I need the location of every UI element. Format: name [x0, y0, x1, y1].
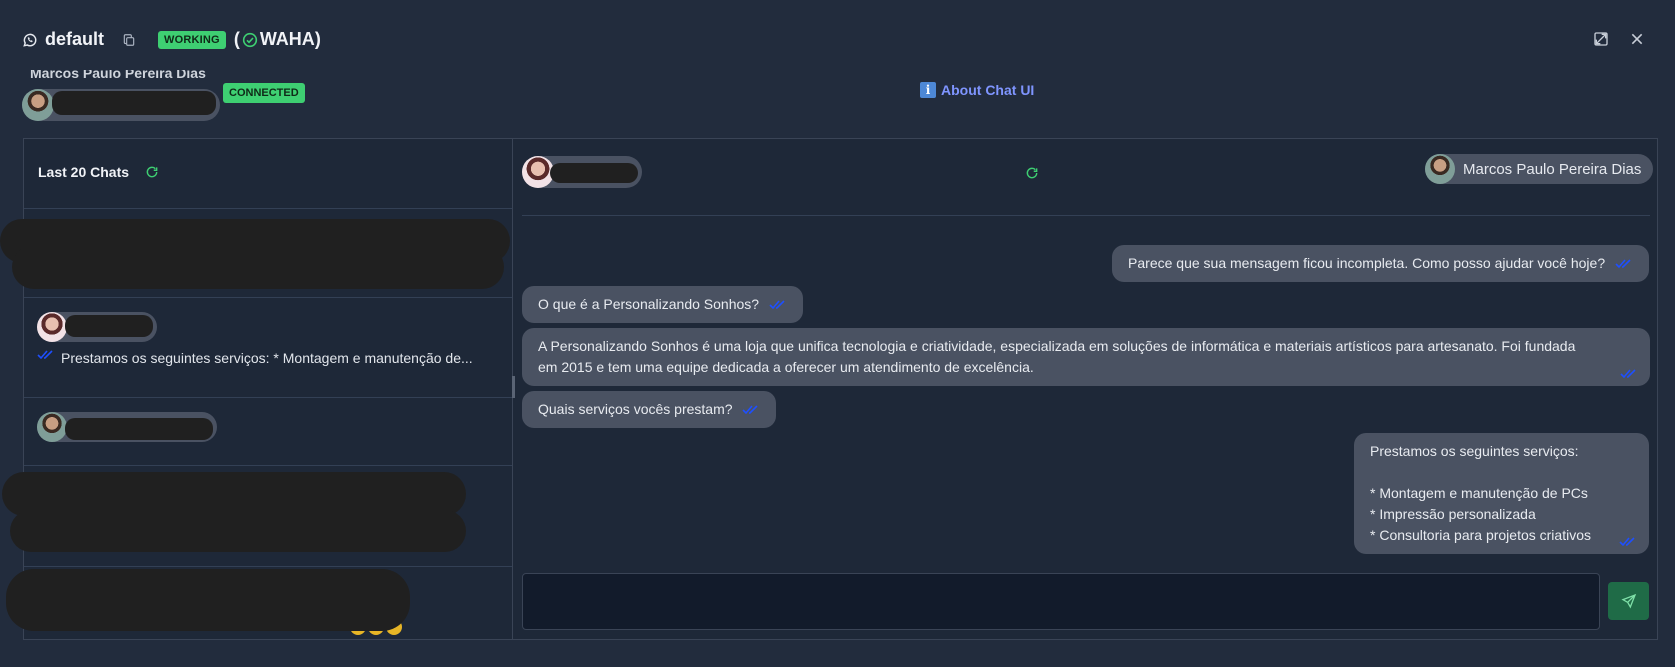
- send-icon: [1620, 593, 1637, 609]
- list-item[interactable]: [0, 466, 512, 566]
- message-line: * Impressão personalizada: [1370, 506, 1536, 522]
- check-circle-icon: [242, 32, 258, 48]
- send-button[interactable]: [1608, 582, 1649, 620]
- divider: [522, 215, 1650, 216]
- message-bubble-incoming: Quais serviços vocês prestam?: [522, 391, 777, 428]
- avatar: [22, 89, 54, 121]
- message-line: [1370, 462, 1633, 483]
- message-input[interactable]: [522, 573, 1600, 630]
- double-check-icon: [1620, 368, 1638, 380]
- contact-chip[interactable]: [522, 156, 642, 188]
- redacted-block: [65, 418, 213, 440]
- expand-icon[interactable]: [1593, 31, 1609, 47]
- resize-handle[interactable]: [512, 376, 515, 398]
- about-chat-ui-link[interactable]: i About Chat UI: [920, 82, 1034, 98]
- title-bar: default WORKING ( WAHA ): [0, 0, 1675, 80]
- status-badge: WORKING: [158, 30, 226, 49]
- chat-preview: Prestamos os seguintes serviços: * Monta…: [61, 350, 473, 366]
- list-item[interactable]: [24, 398, 512, 465]
- message-text: Parece que sua mensagem ficou incompleta…: [1128, 255, 1606, 271]
- double-check-icon: [1615, 258, 1633, 270]
- chat-list-header: Last 20 Chats: [38, 164, 159, 180]
- redacted-block: [52, 91, 216, 115]
- double-check-icon: [1619, 536, 1637, 548]
- redacted-block: [12, 245, 504, 289]
- redacted-block: [550, 163, 638, 183]
- message-bubble-incoming: O que é a Personalizando Sonhos?: [522, 286, 803, 323]
- message-line: Prestamos os seguintes serviços:: [1370, 443, 1579, 459]
- paren-open: (: [233, 29, 240, 49]
- message-line: * Consultoria para projetos criativos: [1370, 527, 1591, 543]
- refresh-icon[interactable]: [1025, 166, 1039, 180]
- redacted-block: [6, 569, 410, 631]
- redacted-block: [65, 315, 153, 337]
- copy-icon[interactable]: [122, 33, 136, 47]
- message-text: A Personalizando Sonhos é uma loja que u…: [538, 338, 1576, 375]
- message-bubble-incoming: A Personalizando Sonhos é uma loja que u…: [522, 328, 1650, 386]
- message-text: O que é a Personalizando Sonhos?: [538, 296, 760, 312]
- double-check-icon: [37, 349, 55, 361]
- list-item[interactable]: [0, 209, 512, 297]
- account-chip: [22, 89, 220, 121]
- connection-badge: CONNECTED: [223, 83, 305, 103]
- session-name: default: [45, 29, 105, 49]
- message-line: * Montagem e manutenção de PCs: [1370, 485, 1588, 501]
- redacted-block: [10, 510, 466, 552]
- session-title: default WORKING ( WAHA ): [22, 29, 321, 50]
- account-name: Marcos Paulo Pereira Dias: [30, 70, 206, 80]
- chat-list-title: Last 20 Chats: [38, 164, 130, 180]
- paren-close: ): [314, 29, 321, 49]
- avatar: [37, 412, 67, 442]
- bot-name: Marcos Paulo Pereira Dias: [1463, 160, 1642, 178]
- engine-label: ( WAHA ): [234, 29, 321, 50]
- avatar: [37, 312, 67, 342]
- refresh-icon[interactable]: [145, 165, 159, 179]
- list-item[interactable]: É amanhã! Estreia do filme From Tr: [0, 567, 512, 639]
- message-text: Quais serviços vocês prestam?: [538, 401, 733, 417]
- window-controls: [1593, 31, 1645, 47]
- whatsapp-icon: [22, 32, 38, 48]
- double-check-icon: [769, 299, 787, 311]
- contact-chip: [37, 412, 217, 442]
- about-link-label: About Chat UI: [941, 82, 1035, 98]
- bot-profile-chip: Marcos Paulo Pereira Dias: [1425, 154, 1654, 184]
- contact-chip: [37, 312, 157, 342]
- message-bubble-outgoing: Prestamos os seguintes serviços: * Monta…: [1354, 433, 1649, 554]
- engine-name: WAHA: [259, 29, 315, 49]
- avatar: [1425, 154, 1455, 184]
- double-check-icon: [742, 404, 760, 416]
- list-item[interactable]: Prestamos os seguintes serviços: * Monta…: [24, 298, 512, 397]
- info-icon: i: [920, 82, 936, 98]
- close-icon[interactable]: [1629, 31, 1645, 47]
- message-bubble-outgoing: Parece que sua mensagem ficou incompleta…: [1112, 245, 1649, 282]
